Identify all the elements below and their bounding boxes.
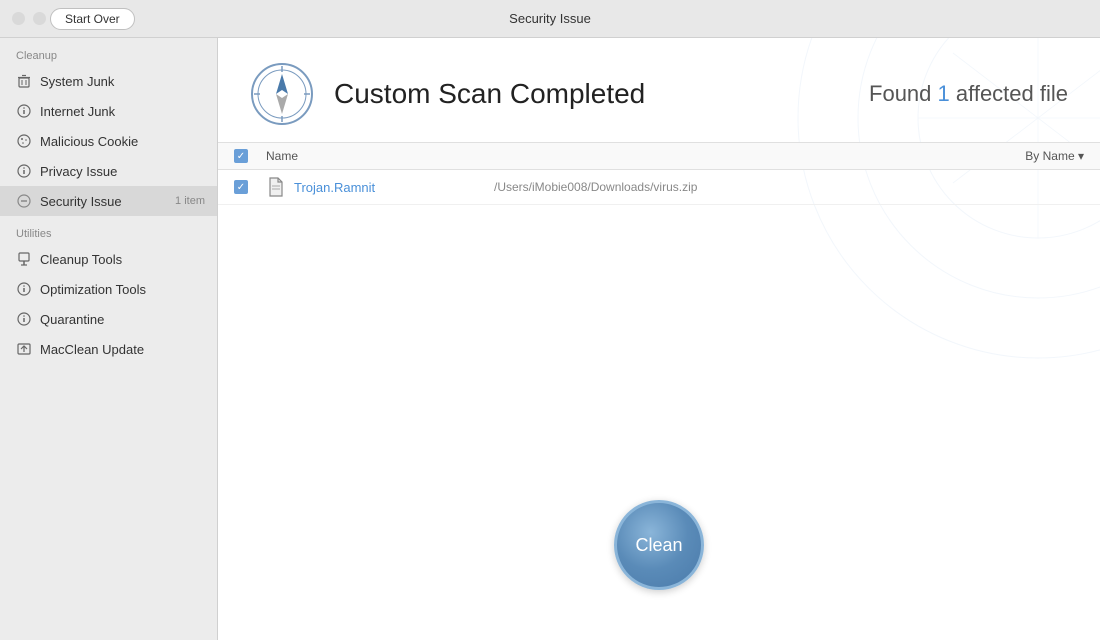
found-prefix: Found <box>869 81 938 106</box>
sidebar-item-security-issue[interactable]: Security Issue 1 item <box>0 186 217 216</box>
trash-icon <box>16 73 32 89</box>
clean-button-container: Clean <box>218 460 1100 640</box>
results-table: Name By Name ▾ Trojan.Ramnit /Users/iMob <box>218 142 1100 460</box>
quarantine-icon <box>16 311 32 327</box>
sidebar-item-macclean-update[interactable]: MacClean Update <box>0 334 217 364</box>
privacy-icon <box>16 163 32 179</box>
sidebar-item-optimization-tools[interactable]: Optimization Tools <box>0 274 217 304</box>
table-sort-button[interactable]: By Name ▾ <box>1025 149 1084 163</box>
row-checkbox-container <box>234 180 258 194</box>
window-title: Security Issue <box>509 11 591 26</box>
sidebar-section-cleanup: Cleanup <box>0 38 217 66</box>
file-path: /Users/iMobie008/Downloads/virus.zip <box>494 180 697 194</box>
info-circle-icon <box>16 103 32 119</box>
sidebar-item-cleanup-tools[interactable]: Cleanup Tools <box>0 244 217 274</box>
sidebar-item-internet-junk[interactable]: Internet Junk <box>0 96 217 126</box>
scan-title: Custom Scan Completed <box>334 78 645 110</box>
sidebar-item-quarantine[interactable]: Quarantine <box>0 304 217 334</box>
sidebar-item-optimization-tools-label: Optimization Tools <box>40 282 146 297</box>
content-header: Custom Scan Completed Found 1 affected f… <box>218 38 1100 142</box>
sidebar-item-internet-junk-label: Internet Junk <box>40 104 115 119</box>
start-over-container: Start Over <box>50 8 135 30</box>
sidebar-item-security-issue-label: Security Issue <box>40 194 122 209</box>
start-over-button[interactable]: Start Over <box>50 8 135 30</box>
shield-icon <box>16 193 32 209</box>
main-layout: Cleanup System Junk Internet Junk <box>0 38 1100 640</box>
scan-info: Custom Scan Completed <box>250 62 645 126</box>
update-icon <box>16 341 32 357</box>
header-checkbox-container <box>234 149 258 163</box>
broom-icon <box>16 251 32 267</box>
row-checkbox[interactable] <box>234 180 248 194</box>
header-checkbox[interactable] <box>234 149 248 163</box>
sidebar-item-quarantine-label: Quarantine <box>40 312 104 327</box>
file-name[interactable]: Trojan.Ramnit <box>294 180 474 195</box>
optimization-icon <box>16 281 32 297</box>
minimize-button[interactable] <box>33 12 46 25</box>
titlebar: Start Over Security Issue <box>0 0 1100 38</box>
table-row: Trojan.Ramnit /Users/iMobie008/Downloads… <box>218 170 1100 205</box>
content-area: Custom Scan Completed Found 1 affected f… <box>218 38 1100 640</box>
sidebar-item-system-junk-label: System Junk <box>40 74 114 89</box>
compass-icon <box>250 62 314 126</box>
cookie-icon <box>16 133 32 149</box>
sidebar-item-cleanup-tools-label: Cleanup Tools <box>40 252 122 267</box>
security-issue-badge: 1 item <box>175 195 205 207</box>
sidebar: Cleanup System Junk Internet Junk <box>0 38 218 640</box>
table-col-name: Name <box>266 149 1025 163</box>
found-count: 1 <box>938 81 950 106</box>
sidebar-item-privacy-issue[interactable]: Privacy Issue <box>0 156 217 186</box>
clean-button[interactable]: Clean <box>614 500 704 590</box>
sidebar-item-malicious-cookie-label: Malicious Cookie <box>40 134 138 149</box>
found-suffix: affected file <box>950 81 1068 106</box>
sidebar-item-system-junk[interactable]: System Junk <box>0 66 217 96</box>
sidebar-section-utilities: Utilities <box>0 216 217 244</box>
table-header: Name By Name ▾ <box>218 143 1100 170</box>
sidebar-item-macclean-update-label: MacClean Update <box>40 342 144 357</box>
sidebar-item-malicious-cookie[interactable]: Malicious Cookie <box>0 126 217 156</box>
close-button[interactable] <box>12 12 25 25</box>
file-icon <box>266 177 286 197</box>
sidebar-item-privacy-issue-label: Privacy Issue <box>40 164 117 179</box>
found-info: Found 1 affected file <box>869 81 1068 107</box>
